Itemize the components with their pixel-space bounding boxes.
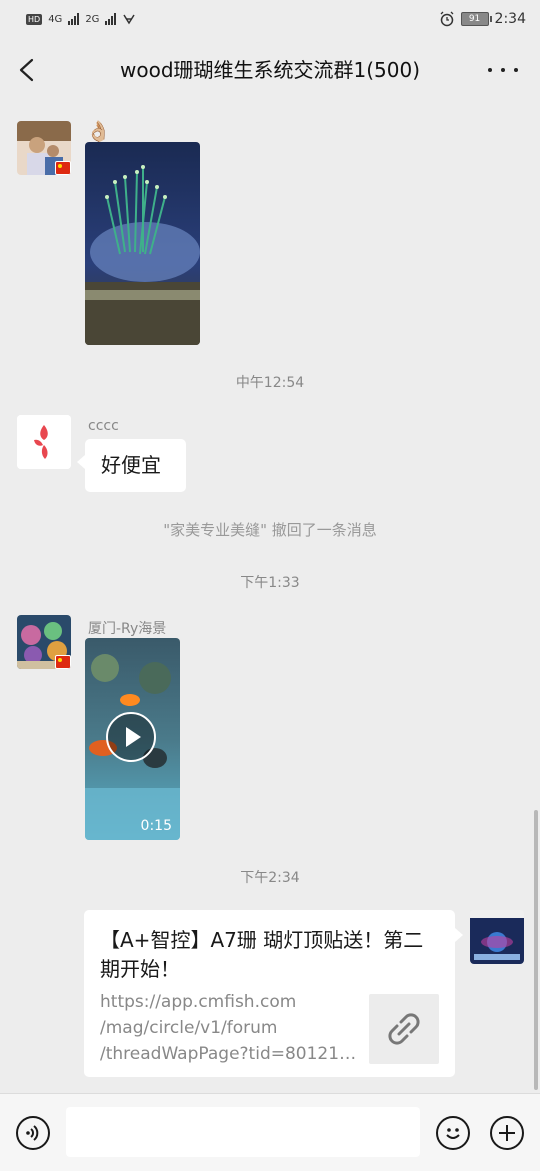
link-url-line: /threadWapPage?tid=80121… [100,1044,357,1064]
signal-2-icon [105,13,117,25]
avatar[interactable] [17,121,71,175]
alarm-icon [440,11,454,27]
link-url-line: https://app.cmfish.com [100,992,297,1012]
link-card[interactable]: 【A+智控】A7珊 瑚灯顶贴送！第二期开始！ https://app.cmfis… [84,910,463,1077]
network-2-label: 2G [85,13,100,25]
emoji-icon [446,1128,460,1139]
flag-badge [55,655,71,669]
my-avatar[interactable] [470,910,524,964]
more-icon [488,68,492,72]
status-right: 91 2:34 [439,9,526,29]
signal-1-icon [68,13,80,25]
system-message: "家美专业美缝" 撤回了一条消息 [163,521,377,539]
timestamp: 下午2:34 [240,870,300,886]
message-text: 好便宜 [101,453,161,477]
flag-badge [55,161,71,175]
video-duration: 0:15 [140,818,172,834]
play-button[interactable] [106,712,156,762]
avatar[interactable] [17,415,71,469]
timestamp: 下午1:33 [240,575,300,591]
status-time: 2:34 [494,11,526,27]
plus-icon [499,1125,515,1141]
hd-badge: HD [26,13,43,25]
more-button[interactable] [488,60,518,80]
nfc-icon [123,14,136,25]
chat-title: wood珊瑚维生系统交流群1(500) [119,58,421,82]
image-message[interactable] [85,142,200,345]
scrollbar[interactable] [534,810,538,1090]
back-icon [19,58,34,82]
voice-icon [26,1125,39,1141]
status-indicators: HD 4G 2G [26,9,136,29]
timestamp: 中午12:54 [235,375,305,391]
plus-button[interactable] [490,1116,524,1150]
link-icon [388,1013,420,1045]
video-message[interactable]: 0:15 [85,638,180,840]
link-thumbnail [369,994,439,1064]
link-url: https://app.cmfish.com /mag/circle/v1/fo… [100,989,360,1067]
back-button[interactable] [12,54,42,86]
link-title: 【A+智控】A7珊 瑚灯顶贴送！第二期开始！ [100,928,424,981]
avatar-photo [470,910,524,964]
status-bar: HD 4G 2G 91 2:34 [0,0,540,40]
sender-name: 厦门-Ry海景 [88,621,167,637]
chat-header: wood珊瑚维生系统交流群1(500) [0,40,540,100]
battery-icon: 91 [460,12,492,26]
text-bubble[interactable]: 好便宜 [77,439,186,492]
voice-button[interactable] [16,1116,50,1150]
coral-image [85,142,200,345]
link-url-line: /mag/circle/v1/forum [100,1018,278,1038]
network-1-label: 4G [48,13,63,25]
message-input[interactable] [66,1107,420,1157]
avatar[interactable] [17,615,71,669]
sender-name: cccc [88,418,119,434]
input-bar [0,1093,540,1171]
play-icon [126,727,141,747]
avatar-logo [17,415,71,469]
emoji-button[interactable] [436,1116,470,1150]
emoji-text: 👌🏼 [86,119,111,143]
